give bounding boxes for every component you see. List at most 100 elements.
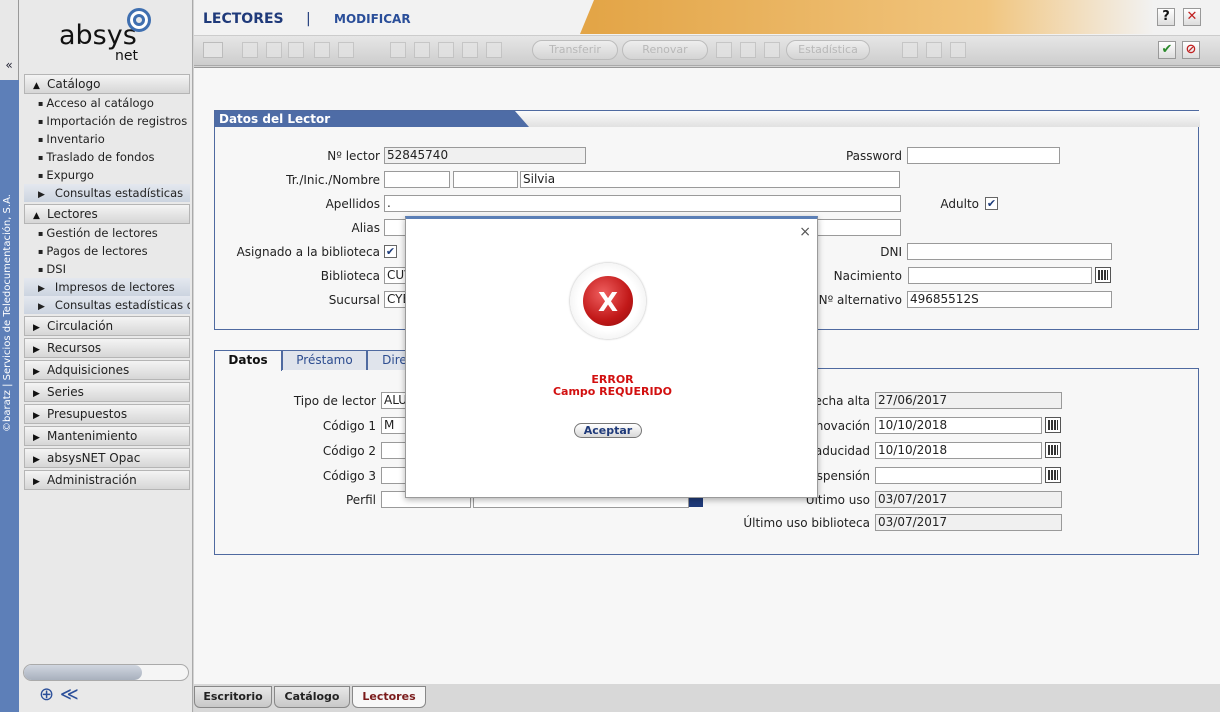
sidebar-section-label: Mantenimiento: [47, 429, 138, 443]
collapse-sidebar-icon[interactable]: «: [0, 0, 19, 80]
transferir-button[interactable]: Transferir: [532, 40, 618, 60]
sidebar-section[interactable]: ▶ absysNET Opac: [24, 448, 190, 468]
sidebar-section[interactable]: ▶ Series: [24, 382, 190, 402]
add-icon[interactable]: [288, 42, 304, 58]
sidebar-section[interactable]: ▶ Adquisiciones: [24, 360, 190, 380]
list-icon[interactable]: [486, 42, 502, 58]
ultimo-uso-biblioteca-field[interactable]: 03/07/2017: [875, 514, 1062, 531]
title-separator: |: [306, 11, 311, 27]
sidebar-item-label: Inventario: [46, 132, 105, 146]
adulto-checkbox[interactable]: ✔: [985, 197, 998, 210]
logout-icon[interactable]: ⊕: [39, 684, 54, 705]
edit-icon[interactable]: [314, 42, 330, 58]
sidebar-section[interactable]: ▶ Mantenimiento: [24, 426, 190, 446]
sidebar-section[interactable]: ▶ Presupuestos: [24, 404, 190, 424]
collapse-all-icon[interactable]: ≪: [60, 684, 79, 705]
sidebar-item-label: DSI: [46, 262, 66, 276]
print-icon[interactable]: [716, 42, 732, 58]
sidebar: absys net ▲ Catálogo Acceso al catálogo Imp…: [19, 0, 193, 712]
nombre-label: Tr./Inic./Nombre: [286, 173, 380, 187]
caducidad-calendar-icon[interactable]: [1045, 442, 1061, 458]
sidebar-section-label: Presupuestos: [47, 407, 128, 421]
toolbar-icon[interactable]: [242, 42, 258, 58]
caducidad-field[interactable]: 10/10/2018: [875, 442, 1042, 459]
search-icon[interactable]: [266, 42, 282, 58]
renovar-button[interactable]: Renovar: [622, 40, 708, 60]
triangle-right-icon: ▶: [33, 433, 40, 443]
tipo-lector-label: Tipo de lector: [293, 394, 376, 408]
title-bar: LECTORES | MODIFICAR ? ✕: [194, 0, 1220, 36]
last-record-icon[interactable]: [462, 42, 478, 58]
sidebar-section-label: Series: [47, 385, 84, 399]
tab-escritorio[interactable]: Escritorio: [194, 686, 272, 708]
help-button[interactable]: ?: [1157, 8, 1175, 26]
sidebar-section[interactable]: ▶ Administración: [24, 470, 190, 490]
print-preview-icon[interactable]: [740, 42, 756, 58]
export-icon[interactable]: [950, 42, 966, 58]
triangle-up-icon: ▲: [33, 211, 40, 221]
sidebar-section[interactable]: ▶ Circulación: [24, 316, 190, 336]
sidebar-item[interactable]: Inventario: [24, 130, 190, 148]
n-alternativo-field[interactable]: 49685512S: [907, 291, 1112, 308]
renovacion-calendar-icon[interactable]: [1045, 417, 1061, 433]
tab-lectores[interactable]: Lectores: [352, 686, 426, 708]
sidebar-subgroup[interactable]: ▶ Impresos de lectores: [24, 278, 190, 296]
triangle-right-icon: ▶: [33, 323, 40, 333]
asignado-label: Asignado a la biblioteca: [236, 245, 380, 259]
next-record-icon[interactable]: [438, 42, 454, 58]
estadistica-button[interactable]: Estadística: [786, 40, 870, 60]
tab-catalogo[interactable]: Catálogo: [274, 686, 350, 708]
close-window-button[interactable]: ✕: [1183, 8, 1201, 26]
password-field[interactable]: [907, 147, 1060, 164]
ultimo-uso-biblioteca-label: Último uso biblioteca: [743, 516, 870, 530]
asignado-checkbox[interactable]: ✔: [384, 245, 397, 258]
nombre-field[interactable]: Silvia: [520, 171, 900, 188]
logo-swirl-icon: [127, 8, 151, 32]
prev-record-icon[interactable]: [414, 42, 430, 58]
tab-datos[interactable]: Datos: [214, 350, 282, 371]
nacimiento-field[interactable]: [908, 267, 1092, 284]
dni-field[interactable]: [907, 243, 1112, 260]
menu-dropdown-icon[interactable]: [203, 42, 223, 58]
sidebar-item[interactable]: Importación de registros: [24, 112, 190, 130]
camera-icon[interactable]: [926, 42, 942, 58]
renovacion-field[interactable]: 10/10/2018: [875, 417, 1042, 434]
panel-title: Datos del Lector: [215, 111, 529, 127]
sidebar-section[interactable]: ▲ Lectores: [24, 204, 190, 224]
sidebar-item[interactable]: Pagos de lectores: [24, 242, 190, 260]
sidebar-item[interactable]: Expurgo: [24, 166, 190, 184]
accept-check-icon[interactable]: ✔: [1158, 41, 1176, 59]
n-lector-field[interactable]: 52845740: [384, 147, 586, 164]
sidebar-section[interactable]: ▲ Catálogo: [24, 74, 190, 94]
scrollbar-thumb[interactable]: [24, 665, 142, 680]
print-setup-icon[interactable]: [764, 42, 780, 58]
copy-icon[interactable]: [902, 42, 918, 58]
sidebar-scrollbar[interactable]: [23, 664, 189, 681]
suspension-calendar-icon[interactable]: [1045, 467, 1061, 483]
fecha-alta-field[interactable]: 27/06/2017: [875, 392, 1062, 409]
tab-prestamo[interactable]: Préstamo: [282, 350, 367, 370]
toolbar: Transferir Renovar Estadística ✔ ⊘: [194, 36, 1220, 66]
nacimiento-calendar-icon[interactable]: [1095, 267, 1111, 283]
sidebar-item[interactable]: Gestión de lectores: [24, 224, 190, 242]
sidebar-subgroup[interactable]: ▶ Consultas estadísticas: [24, 184, 190, 202]
sidebar-section[interactable]: ▶ Recursos: [24, 338, 190, 358]
sidebar-subgroup[interactable]: ▶ Consultas estadísticas d: [24, 296, 190, 314]
suspension-field[interactable]: [875, 467, 1042, 484]
sidebar-item[interactable]: Traslado de fondos: [24, 148, 190, 166]
triangle-right-icon: ▶: [38, 284, 45, 294]
sidebar-item-label: Importación de registros: [46, 114, 188, 128]
sidebar-item[interactable]: Acceso al catálogo: [24, 94, 190, 112]
sidebar-section-label: Catálogo: [47, 77, 101, 91]
first-record-icon[interactable]: [390, 42, 406, 58]
apellidos-field[interactable]: .: [384, 195, 901, 212]
dialog-close-icon[interactable]: ×: [799, 224, 811, 240]
aceptar-button[interactable]: Aceptar: [574, 423, 642, 438]
sidebar-item[interactable]: DSI: [24, 260, 190, 278]
sidebar-item-label: Gestión de lectores: [46, 226, 158, 240]
iniciales-field[interactable]: [453, 171, 518, 188]
tratamiento-field[interactable]: [384, 171, 450, 188]
delete-icon[interactable]: [338, 42, 354, 58]
cancel-icon[interactable]: ⊘: [1182, 41, 1200, 59]
ultimo-uso-field[interactable]: 03/07/2017: [875, 491, 1062, 508]
